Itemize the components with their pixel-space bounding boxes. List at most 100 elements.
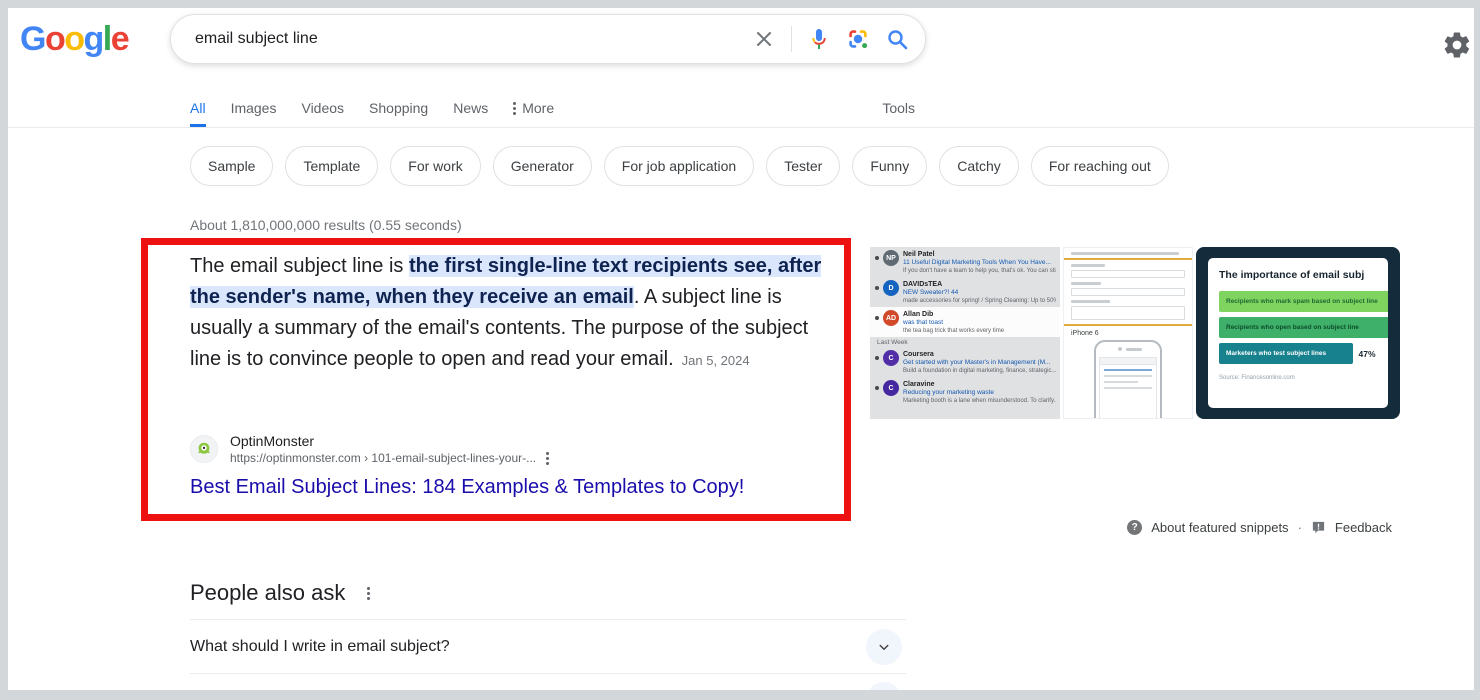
mail-subject: NEW Sweater?! 44	[903, 289, 1056, 297]
tab-videos[interactable]: Videos	[301, 100, 344, 124]
search-bar-divider	[791, 26, 792, 52]
featured-snippet-text: The email subject line is the first sing…	[190, 251, 835, 376]
tab-label: News	[453, 100, 488, 116]
snippet-thumbnails: NP Neil Patel 11 Useful Digital Marketin…	[870, 247, 1400, 419]
form-skeleton-label	[1071, 300, 1110, 303]
inbox-section-label: Last Week	[870, 337, 1060, 347]
chip-catchy[interactable]: Catchy	[939, 146, 1019, 186]
search-icon[interactable]	[885, 27, 909, 51]
chip-generator[interactable]: Generator	[493, 146, 592, 186]
mail-subject: was that toast	[903, 319, 1056, 327]
snippet-date: Jan 5, 2024	[682, 353, 750, 368]
device-label: iPhone 6	[1071, 330, 1185, 337]
mail-preview: the tea bag trick that works every time	[903, 327, 1056, 335]
tab-label: All	[190, 100, 206, 116]
form-divider	[1064, 258, 1192, 260]
filter-chips: Sample Template For work Generator For j…	[190, 146, 1169, 186]
inbox-row: C Coursera Get started with your Master'…	[870, 347, 1060, 377]
tab-news[interactable]: News	[453, 100, 488, 124]
mail-preview: Marketing booth is a lane when misunders…	[903, 397, 1056, 405]
logo-letter: G	[20, 20, 45, 58]
paa-menu-icon[interactable]	[367, 587, 370, 600]
tab-more[interactable]: More	[513, 100, 554, 124]
thumbnail-inbox-screenshot[interactable]: NP Neil Patel 11 Useful Digital Marketin…	[870, 247, 1060, 419]
inbox-row: D DAVIDsTEA NEW Sweater?! 44 made access…	[870, 277, 1060, 307]
chip-tester[interactable]: Tester	[766, 146, 840, 186]
chart-card: The importance of email subj Recipients …	[1208, 258, 1388, 408]
chart-bar: Recipients who mark spam based on subjec…	[1219, 291, 1388, 312]
chart-bar: Recipients who open based on subject lin…	[1219, 317, 1388, 338]
chip-for-work[interactable]: For work	[390, 146, 480, 186]
sender-name: Coursera	[903, 350, 1056, 359]
results-stats: About 1,810,000,000 results (0.55 second…	[190, 217, 462, 233]
avatar: C	[883, 380, 899, 396]
lens-icon[interactable]	[846, 27, 870, 51]
avatar: NP	[883, 250, 899, 266]
tab-label: Shopping	[369, 100, 428, 116]
form-divider	[1064, 324, 1192, 326]
search-bar[interactable]	[170, 14, 926, 64]
form-skeleton-label	[1071, 264, 1105, 267]
iphone-mockup	[1094, 340, 1162, 419]
sender-name: Allan Dib	[903, 310, 1056, 319]
google-logo[interactable]: Google	[20, 20, 128, 59]
inbox-row-selected: AD Allan Dib was that toast the tea bag …	[870, 307, 1060, 337]
chart-title: The importance of email subj	[1219, 269, 1388, 281]
settings-gear-icon[interactable]	[1442, 30, 1472, 60]
unread-dot	[875, 256, 879, 260]
tab-tools[interactable]: Tools	[882, 100, 915, 124]
chart-bar-label: Recipients who mark spam based on subjec…	[1226, 298, 1378, 305]
chart-source: Source: Financesonline.com	[1219, 375, 1388, 381]
snippet-text-before: The email subject line is	[190, 255, 409, 277]
result-source[interactable]: OptinMonster https://optinmonster.com › …	[190, 432, 549, 466]
search-results-page: Google All Images Videos Shopping	[8, 8, 1474, 690]
people-also-ask-list: What should I write in email subject?	[190, 619, 906, 690]
chevron-down-icon[interactable]	[866, 682, 902, 690]
chevron-down-icon[interactable]	[866, 629, 902, 665]
mail-preview: Build a foundation in digital marketing,…	[903, 367, 1056, 375]
avatar: D	[883, 280, 899, 296]
chip-for-job-application[interactable]: For job application	[604, 146, 754, 186]
chip-template[interactable]: Template	[285, 146, 378, 186]
about-featured-snippets-link[interactable]: About featured snippets	[1151, 520, 1288, 535]
chart-bar-label: Marketers who test subject lines	[1226, 350, 1326, 357]
chart-bar-row: Recipients who mark spam based on subjec…	[1219, 291, 1388, 312]
inbox-row: C Claravine Reducing your marketing wast…	[870, 377, 1060, 407]
people-also-ask-header: People also ask	[190, 580, 370, 606]
tab-all[interactable]: All	[190, 100, 206, 127]
sender-name: DAVIDsTEA	[903, 280, 1056, 289]
chip-for-reaching-out[interactable]: For reaching out	[1031, 146, 1169, 186]
help-icon[interactable]: ?	[1127, 520, 1142, 535]
search-input[interactable]	[195, 30, 737, 48]
paa-question-row-partial[interactable]	[190, 673, 906, 690]
unread-dot	[875, 386, 879, 390]
unread-dot	[875, 356, 879, 360]
thumbnail-phone-guide[interactable]: iPhone 6	[1063, 247, 1193, 419]
thumbnail-chart-infographic[interactable]: The importance of email subj Recipients …	[1196, 247, 1400, 419]
chip-sample[interactable]: Sample	[190, 146, 273, 186]
feedback-link[interactable]: Feedback	[1335, 520, 1392, 535]
mail-subject: Reducing your marketing waste	[903, 389, 1056, 397]
tab-images[interactable]: Images	[231, 100, 277, 124]
feedback-icon[interactable]	[1311, 520, 1326, 535]
more-dots-icon	[513, 102, 516, 115]
clear-icon[interactable]	[752, 27, 776, 51]
people-also-ask-title: People also ask	[190, 580, 345, 606]
microphone-icon[interactable]	[807, 27, 831, 51]
tab-label: Images	[231, 100, 277, 116]
result-title-link[interactable]: Best Email Subject Lines: 184 Examples &…	[190, 476, 744, 499]
chart-bar-row: Marketers who test subject lines 47%	[1219, 343, 1388, 364]
result-menu-icon[interactable]	[546, 452, 549, 465]
sender-name: Claravine	[903, 380, 1056, 389]
form-skeleton-textarea	[1071, 306, 1185, 320]
avatar: C	[883, 350, 899, 366]
inbox-row: NP Neil Patel 11 Useful Digital Marketin…	[870, 247, 1060, 277]
paa-question-row[interactable]: What should I write in email subject?	[190, 619, 906, 673]
sender-name: Neil Patel	[903, 250, 1056, 259]
source-name: OptinMonster	[230, 432, 549, 450]
chart-bar-label: Recipients who open based on subject lin…	[1226, 324, 1359, 331]
tab-shopping[interactable]: Shopping	[369, 100, 428, 124]
chip-funny[interactable]: Funny	[852, 146, 927, 186]
result-type-tabs: All Images Videos Shopping News More Too…	[190, 100, 915, 127]
unread-dot	[875, 286, 879, 290]
